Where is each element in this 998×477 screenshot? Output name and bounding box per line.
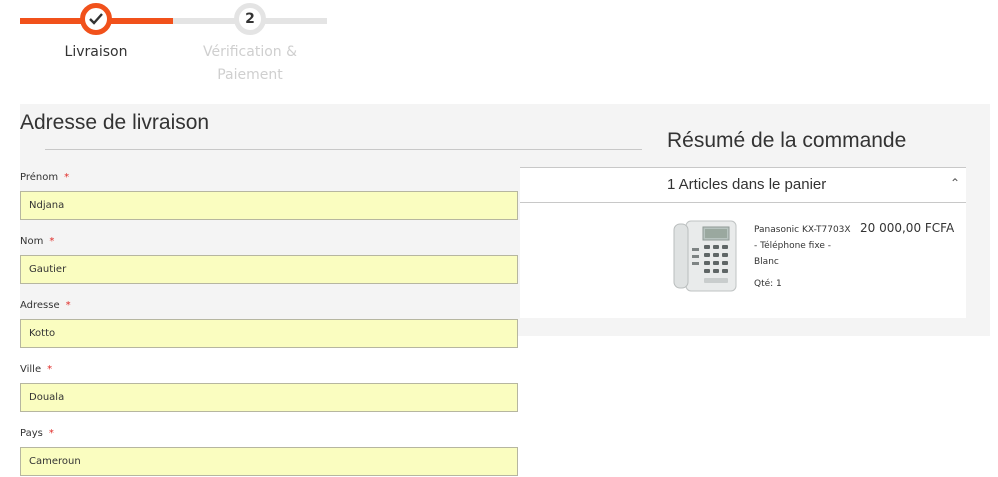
product-quantity: Qté: 1 [754, 279, 782, 289]
first-name-input[interactable] [20, 191, 518, 220]
required-marker: * [48, 428, 54, 439]
field-label-last-name: Nom * [20, 236, 55, 247]
city-input[interactable] [20, 383, 518, 412]
shipping-title-divider [45, 149, 642, 150]
step-2-number: 2 [245, 11, 255, 27]
field-label-first-name: Prénom * [20, 172, 70, 183]
cart-toggle-divider [520, 202, 966, 203]
step-1-label[interactable]: Livraison [46, 41, 146, 64]
summary-title: Résumé de la commande [667, 129, 907, 152]
cart-items-count: 1 Articles dans le panier [667, 176, 827, 193]
step-2-label: Vérification & Paiement [202, 44, 298, 83]
required-marker: * [47, 364, 53, 375]
chevron-up-icon: ⌃ [950, 176, 961, 190]
required-marker: * [49, 236, 55, 247]
country-input[interactable] [20, 447, 518, 476]
address-input[interactable] [20, 319, 518, 348]
summary-title-divider [520, 167, 966, 168]
step-1-circle [80, 3, 112, 35]
desk-phone-icon [673, 220, 737, 292]
shipping-title: Adresse de livraison [20, 111, 210, 134]
cart-items-toggle[interactable]: 1 Articles dans le panier ⌃ [667, 176, 962, 193]
checkmark-icon [89, 13, 103, 25]
last-name-input[interactable] [20, 255, 518, 284]
product-image [672, 218, 744, 294]
product-price: 20 000,00 FCFA [860, 221, 955, 235]
checkout-page: Livraison 2 Vérification & Paiement Adre… [0, 0, 998, 477]
required-marker: * [65, 300, 71, 311]
field-label-address: Adresse * [20, 300, 71, 311]
step-2-circle: 2 [234, 3, 266, 35]
required-marker: * [64, 172, 70, 183]
field-label-country: Pays * [20, 428, 54, 439]
product-name: Panasonic KX-T7703X - Téléphone fixe - B… [754, 225, 851, 267]
field-label-city: Ville * [20, 364, 53, 375]
